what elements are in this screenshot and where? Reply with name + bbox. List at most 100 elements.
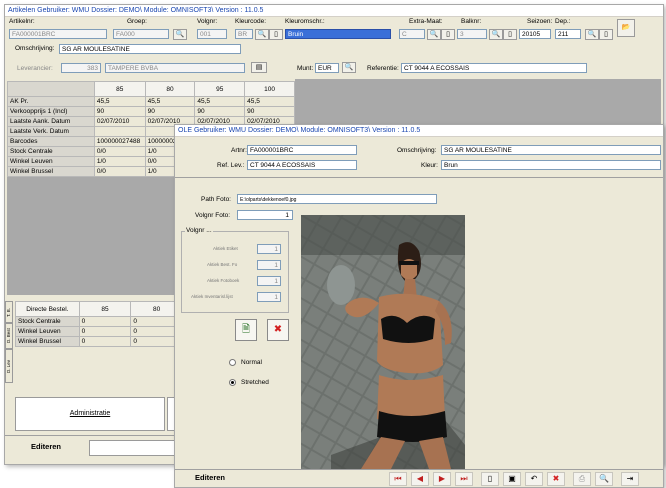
munt-field[interactable]: EUR (315, 63, 339, 73)
grid-cell[interactable]: 90 (144, 106, 196, 117)
print-button[interactable]: ⎙ (573, 472, 591, 486)
grid-cell[interactable]: 45,5 (93, 96, 146, 107)
grid-cell[interactable]: 1/0 (93, 156, 146, 167)
ole-window: OLE Gebruiker: WMU Dossier: DEMO\ Module… (174, 124, 664, 488)
dep-page-button[interactable]: ▯ (599, 29, 613, 40)
aktiek-best-fo-field[interactable]: 1 (257, 260, 281, 270)
seizoen-field[interactable]: 20105 (519, 29, 551, 39)
path-foto-field[interactable]: E:\olparts\dekkenoef0.jpg (237, 194, 437, 204)
leverancier-code-field[interactable]: 383 (61, 63, 101, 73)
grid-cell[interactable]: 02/07/2010 (93, 116, 146, 127)
grid-cell[interactable]: 45,5 (144, 96, 196, 107)
grid-cell[interactable]: 90 (194, 106, 246, 117)
undo-button[interactable]: ↶ (525, 472, 543, 486)
dep-field[interactable]: 211 (555, 29, 581, 39)
tab-tb[interactable]: T. B. (5, 301, 13, 323)
grid-cell[interactable]: 0 (78, 336, 132, 347)
size-column-header: 85 (93, 81, 146, 97)
aktiek-etiket-field[interactable]: 1 (257, 244, 281, 254)
groep-label: Groep: (127, 18, 147, 25)
extra-maat-page-button[interactable]: ▯ (441, 29, 455, 40)
first-record-button[interactable]: ⏮ (389, 472, 407, 486)
referentie-field[interactable]: CT 9044 A ECOSSAIS (401, 63, 587, 73)
row-label: Laatste Verk. Datum (7, 126, 95, 137)
leverancier-lookup-button[interactable]: ▤ (251, 62, 267, 73)
grid-cell[interactable]: 0/0 (93, 166, 146, 177)
omschrijving-label: Omschrijving: (397, 147, 437, 154)
volgnr-foto-label: Volgnr Foto: (195, 212, 231, 219)
grid-cell[interactable]: 0 (78, 326, 132, 337)
extra-maat-field[interactable]: C (399, 29, 425, 39)
extra-maat-search-button[interactable]: 🔍 (427, 29, 441, 40)
ref-lev-field[interactable]: CT 9044 A ECOSSAIS (247, 160, 357, 170)
kleuromschr-field[interactable]: Bruin (285, 29, 391, 39)
search-icon: 🔍 (429, 31, 439, 38)
grid-cell[interactable]: 90 (244, 106, 295, 117)
status-text: Editeren (31, 442, 62, 451)
grid-cell[interactable]: 0 (78, 316, 132, 327)
save-button[interactable]: ▣ (503, 472, 521, 486)
delete-button[interactable]: ✖ (547, 472, 565, 486)
folder-icon: 📂 (621, 24, 631, 31)
delete-photo-button[interactable]: ✖ (267, 319, 289, 341)
status-text: Editeren (195, 473, 226, 482)
normal-label: Normal (241, 359, 262, 366)
grid-cell[interactable]: 100000027488 (93, 136, 146, 147)
grid-cell[interactable]: 45,5 (194, 96, 246, 107)
exit-button[interactable]: ⇥ (621, 472, 639, 486)
volgnr-field[interactable]: 001 (197, 29, 227, 39)
artnr-field[interactable]: FA000001BRC (247, 145, 357, 155)
last-record-button[interactable]: ⏭ (455, 472, 473, 486)
new-record-button[interactable]: ▯ (481, 472, 499, 486)
munt-search-button[interactable]: 🔍 (342, 62, 356, 73)
stretched-radio[interactable] (229, 379, 236, 386)
prev-record-button[interactable]: ◀ (411, 472, 429, 486)
grid-cell[interactable]: 0/0 (93, 146, 146, 157)
ref-lev-label: Ref. Lev.: (217, 162, 245, 169)
table-row: Winkel Leuven 0 0 (15, 326, 183, 337)
omschrijving-field[interactable]: SG AR MOULESATINE (59, 44, 241, 54)
stretched-label: Stretched (241, 379, 269, 386)
artikelnr-label: Artikelnr: (9, 18, 35, 25)
ole-title: OLE Gebruiker: WMU Dossier: DEMO\ Module… (175, 125, 663, 137)
search-button[interactable]: 🔍 (595, 472, 613, 486)
table-row: Verkoopprijs 1 (Incl) 90 90 90 90 (7, 106, 295, 117)
volgnr-foto-field[interactable]: 1 (237, 210, 293, 220)
balknr-page-button[interactable]: ▯ (503, 29, 517, 40)
grid-corner (7, 81, 95, 97)
kleurcode-page-button[interactable]: ▯ (269, 29, 283, 40)
tab-directe-bestel[interactable]: D. Best (5, 323, 13, 349)
normal-radio[interactable] (229, 359, 236, 366)
artikelnr-field[interactable]: FA000001BRC (9, 29, 107, 39)
size-column-header: 100 (244, 81, 295, 97)
munt-label: Munt: (297, 65, 314, 72)
page-icon: ▯ (604, 31, 608, 38)
load-photo-button[interactable]: 🗎 (235, 319, 257, 341)
search-icon: 🔍 (587, 31, 597, 38)
grid-cell[interactable] (93, 126, 146, 137)
grid-cell[interactable]: 90 (93, 106, 146, 117)
kleur-field[interactable]: Brun (441, 160, 661, 170)
print-icon: ⎙ (578, 474, 586, 483)
aktiek-fotoboek-field[interactable]: 1 (257, 276, 281, 286)
new-page-icon: ▯ (487, 474, 493, 483)
groep-search-button[interactable]: 🔍 (173, 29, 187, 40)
dep-search-button[interactable]: 🔍 (585, 29, 599, 40)
kleurcode-field[interactable]: BR (235, 29, 253, 39)
aktiek-fotoboek-label: Aktiek Fotoboek (207, 278, 240, 283)
kleurcode-search-button[interactable]: 🔍 (255, 29, 269, 40)
balknr-field[interactable]: 3 (457, 29, 487, 39)
row-label: Winkel Brussel (7, 166, 95, 177)
grid-cell[interactable]: 45,5 (244, 96, 295, 107)
open-folder-button[interactable]: 📂 (617, 19, 635, 37)
table-row: Winkel Brussel 0 0 (15, 336, 183, 347)
leverancier-name-field[interactable]: TAMPERE BVBA (105, 63, 245, 73)
tab-directe-lev[interactable]: D. Lev (5, 349, 13, 383)
aktiek-inventaris-field[interactable]: 1 (257, 292, 281, 302)
delete-icon: ✖ (273, 324, 283, 335)
groep-field[interactable]: FA000 (113, 29, 169, 39)
administratie-button[interactable]: Administratie (15, 397, 165, 431)
omschrijving-field[interactable]: SG AR MOULESATINE (441, 145, 661, 155)
balknr-search-button[interactable]: 🔍 (489, 29, 503, 40)
next-record-button[interactable]: ▶ (433, 472, 451, 486)
